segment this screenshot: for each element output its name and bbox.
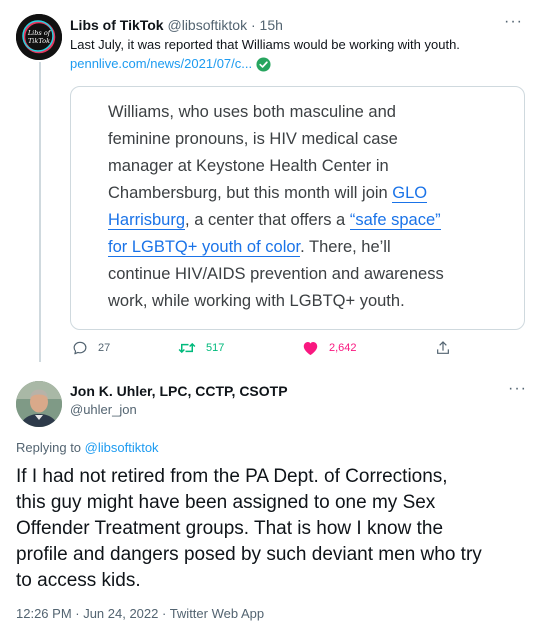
quote-segment: , a center that offers a — [185, 211, 350, 229]
retweet-count: 517 — [206, 342, 225, 354]
tweet-link-row: pennlive.com/news/2021/07/c... — [70, 55, 271, 73]
reply-button[interactable]: 27 — [72, 340, 110, 356]
heart-filled-icon — [303, 341, 318, 356]
verified-check-icon — [256, 56, 271, 72]
quote-card[interactable]: Williams, who uses both masculine and fe… — [70, 86, 525, 330]
author-name[interactable]: Jon K. Uhler, LPC, CCTP, CSOTP — [70, 383, 288, 399]
thread-line — [39, 62, 41, 362]
author-name[interactable]: Libs of TikTok — [70, 17, 164, 33]
reply-count: 27 — [98, 342, 111, 354]
quote-line: feminine pronouns, is HIV medical case — [108, 130, 398, 148]
quote-line: manager at Keystone Health Center in — [108, 157, 389, 175]
quote-line: work, while working with LGBTQ+ youth. — [108, 292, 405, 310]
tweet-meta[interactable]: 12:26 PM · Jun 24, 2022 · Twitter Web Ap… — [16, 606, 264, 621]
author-handle[interactable]: @uhler_jon — [70, 402, 137, 417]
tweet-line: If I had not retired from the PA Dept. o… — [16, 466, 448, 487]
retweet-icon — [178, 342, 196, 354]
profile-photo-icon — [16, 381, 62, 427]
quote-segment: . There, he’ll — [300, 238, 391, 256]
retweet-button[interactable]: 517 — [178, 340, 224, 356]
tweet-line: this guy might have been assigned to one… — [16, 492, 436, 513]
quote-line: Chambersburg, but this month will join G… — [108, 180, 508, 207]
more-options-icon[interactable]: ··· — [508, 380, 527, 398]
tweet-header: Libs of TikTok @libsoftiktok · 15h — [70, 16, 283, 34]
author-handle[interactable]: @libsoftiktok — [168, 17, 248, 33]
quote-text: Williams, who uses both masculine and fe… — [108, 99, 508, 315]
article-link[interactable]: pennlive.com/news/2021/07/c... — [70, 55, 252, 73]
quote-line: continue HIV/AIDS prevention and awarene… — [108, 265, 444, 283]
avatar[interactable] — [16, 381, 62, 427]
avatar[interactable]: Libs of TikTok — [16, 14, 62, 60]
replying-to: Replying to @libsoftiktok — [16, 440, 159, 455]
separator-dot: · — [250, 17, 256, 33]
quote-line: Harrisburg, a center that offers a “safe… — [108, 207, 508, 234]
tweet-timestamp[interactable]: 15h — [260, 17, 283, 33]
avatar-logo-text-bottom: TikTok — [28, 37, 50, 45]
tweet-line: profile and dangers posed by such devian… — [16, 544, 482, 565]
quote-line: Williams, who uses both masculine and — [108, 103, 396, 121]
lgbtq-youth-link[interactable]: for LGBTQ+ youth of color — [108, 238, 301, 257]
tweet-line: Offender Treatment groups. That is how I… — [16, 518, 444, 539]
tweet-libsoftiktok[interactable]: Libs of TikTok Libs of TikTok @libsoftik… — [0, 0, 548, 366]
share-button[interactable] — [435, 340, 451, 356]
like-count: 2,642 — [329, 342, 357, 354]
tweet-text: Last July, it was reported that Williams… — [70, 37, 460, 52]
glo-link[interactable]: GLO — [392, 184, 428, 203]
reply-icon — [73, 341, 87, 355]
libs-of-tiktok-logo-icon: Libs of TikTok — [16, 14, 62, 60]
replying-prefix: Replying to — [16, 440, 85, 455]
replying-to-handle-link[interactable]: @libsoftiktok — [85, 440, 159, 455]
tweet-text: If I had not retired from the PA Dept. o… — [16, 464, 541, 594]
avatar-logo-text-top: Libs of — [27, 29, 52, 37]
quote-segment: Chambersburg, but this month will join — [108, 184, 393, 202]
tweet-line: to access kids. — [16, 570, 141, 591]
glo-harrisburg-link[interactable]: Harrisburg — [108, 211, 186, 230]
like-button[interactable]: 2,642 — [302, 340, 357, 356]
tweet-uhler-jon[interactable]: Jon K. Uhler, LPC, CCTP, CSOTP @uhler_jo… — [0, 366, 548, 635]
safe-space-link[interactable]: “safe space” — [349, 211, 441, 230]
more-options-icon[interactable]: ··· — [504, 13, 523, 31]
share-icon — [437, 341, 449, 354]
tweet-actions: 27 517 2,642 — [70, 340, 530, 360]
quote-line: for LGBTQ+ youth of color. There, he’ll — [108, 234, 508, 261]
